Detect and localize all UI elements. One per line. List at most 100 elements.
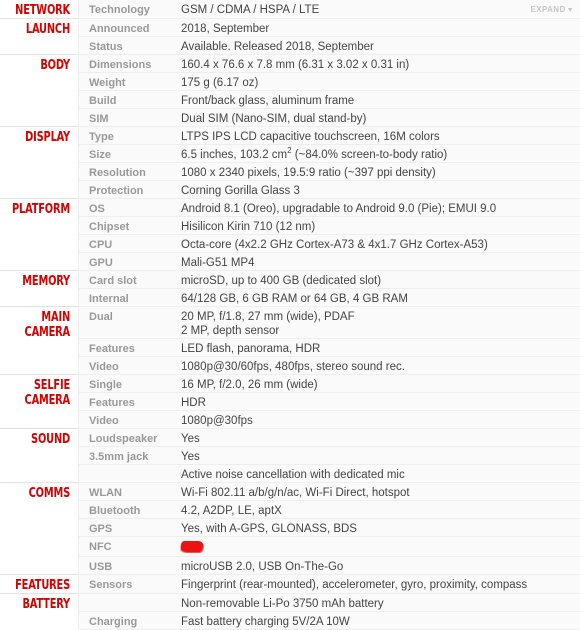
spec-value bbox=[171, 536, 580, 557]
category-label-main-camera: MAIN CAMERA bbox=[0, 306, 79, 375]
spec-value: Fast battery charging 5V/2A 10W bbox=[171, 611, 580, 630]
spec-value-line: microUSB 2.0, USB On-The-Go bbox=[181, 561, 344, 573]
spec-name: Announced bbox=[78, 18, 171, 37]
table-row: GPS Yes, with A-GPS, GLONASS, BDS bbox=[0, 518, 580, 537]
table-row: PLATFORM OS Android 8.1 (Oreo), upgradable… bbox=[0, 198, 580, 271]
table-row: Build Front/back glass, aluminum frame bbox=[0, 90, 580, 109]
spec-value-line: Active noise cancellation with dedicated… bbox=[181, 469, 405, 481]
spec-value-line: 4.2, A2DP, LE, aptX bbox=[181, 505, 282, 517]
category-label-line: PLATFORM bbox=[12, 202, 70, 217]
spec-name: Protection bbox=[78, 180, 171, 199]
spec-value-line: Yes bbox=[181, 451, 200, 463]
spec-value: microSD, up to 400 GB (dedicated slot) bbox=[171, 270, 580, 289]
spec-value-line: 1080p@30fps bbox=[181, 415, 253, 427]
spec-name: NFC bbox=[78, 536, 171, 557]
table-row: NFC bbox=[0, 536, 580, 557]
expand-button-label: EXPAND bbox=[530, 5, 566, 14]
table-row: Weight 175 g (6.17 oz) bbox=[0, 72, 580, 91]
spec-value-line: Wi-Fi 802.11 a/b/g/n/ac, Wi-Fi Direct, h… bbox=[181, 487, 410, 499]
spec-value: Active noise cancellation with dedicated… bbox=[171, 464, 580, 483]
spec-value: 64/128 GB, 6 GB RAM or 64 GB, 4 GB RAM bbox=[171, 288, 580, 307]
category-label-selfie-camera: SELFIE CAMERA bbox=[0, 374, 79, 429]
table-row: Features HDR bbox=[0, 392, 580, 411]
spec-value-line: Mali-G51 MP4 bbox=[181, 257, 255, 269]
spec-value-line: 2018, September bbox=[181, 23, 270, 35]
spec-name: Loudspeaker bbox=[78, 428, 171, 447]
spec-name: Charging bbox=[78, 611, 171, 630]
expand-button[interactable]: EXPAND▼ bbox=[531, 3, 575, 18]
spec-name: Build bbox=[78, 90, 171, 109]
spec-value: 4.2, A2DP, LE, aptX bbox=[171, 500, 580, 519]
spec-value-line: Fast battery charging 5V/2A 10W bbox=[181, 616, 350, 628]
table-row: MEMORY Card slot microSD, up to 400 GB (de… bbox=[0, 270, 580, 307]
table-row: MAIN CAMERA Dual 20 MP, f/1.8, 27 mm (wide)… bbox=[0, 306, 580, 375]
category-label-line: BODY bbox=[40, 58, 70, 73]
spec-name bbox=[78, 464, 171, 483]
spec-name: Card slot bbox=[78, 270, 171, 289]
spec-value-line: microSD, up to 400 GB (dedicated slot) bbox=[181, 275, 382, 287]
spec-table-body: NETWORK Technology GSM / CDMA / HSPA / LTE… bbox=[0, 0, 580, 630]
spec-name: Dimensions bbox=[78, 54, 171, 73]
spec-name: CPU bbox=[78, 234, 171, 253]
spec-value-line: Hisilicon Kirin 710 (12 nm) bbox=[181, 221, 316, 233]
spec-value: 6.5 inches, 103.2 cm2 (~84.0% screen-to-… bbox=[171, 144, 580, 163]
spec-name: SIM bbox=[78, 108, 171, 127]
category-label-battery: BATTERY bbox=[0, 593, 79, 630]
category-label-line: SELFIE bbox=[33, 378, 70, 393]
spec-value: Available. Released 2018, September bbox=[171, 36, 580, 55]
spec-value-line: Dual SIM (Nano-SIM, dual stand-by) bbox=[181, 113, 367, 125]
spec-value-line: 16 MP, f/2.0, 26 mm (wide) bbox=[181, 379, 318, 391]
spec-value: Octa-core (4x2.2 GHz Cortex-A73 & 4x1.7 … bbox=[171, 234, 580, 253]
spec-value: Wi-Fi 802.11 a/b/g/n/ac, Wi-Fi Direct, h… bbox=[171, 482, 580, 501]
category-label-line: MAIN bbox=[41, 310, 70, 325]
spec-value: LTPS IPS LCD capacitive touchscreen, 16M… bbox=[171, 126, 580, 145]
table-row: Bluetooth 4.2, A2DP, LE, aptX bbox=[0, 500, 580, 519]
spec-value: Yes bbox=[171, 446, 580, 465]
category-label-comms: COMMS bbox=[0, 482, 79, 575]
spec-value-line: Available. Released 2018, September bbox=[181, 41, 374, 53]
table-row: Protection Corning Gorilla Glass 3 bbox=[0, 180, 580, 199]
category-label-line: CAMERA bbox=[24, 393, 71, 408]
table-row: Size 6.5 inches, 103.2 cm2 (~84.0% screen… bbox=[0, 144, 580, 163]
category-label-body: BODY bbox=[0, 54, 79, 127]
chevron-down-icon: ▼ bbox=[566, 7, 574, 14]
category-label-launch: LAUNCH bbox=[0, 18, 79, 55]
spec-value-line: LTPS IPS LCD capacitive touchscreen, 16M… bbox=[181, 131, 440, 143]
table-row: NETWORK Technology GSM / CDMA / HSPA / LTE… bbox=[0, 0, 580, 19]
table-row: Resolution 1080 x 2340 pixels, 19.5:9 rat… bbox=[0, 162, 580, 181]
spec-value: 2018, September bbox=[171, 18, 580, 37]
spec-value-line: 20 MP, f/1.8, 27 mm (wide), PDAF bbox=[181, 311, 355, 323]
spec-value: GSM / CDMA / HSPA / LTE EXPAND▼ bbox=[171, 0, 580, 19]
spec-name: USB bbox=[78, 556, 171, 575]
table-row: Chipset Hisilicon Kirin 710 (12 nm) bbox=[0, 216, 580, 235]
phone-specifications-table: NETWORK Technology GSM / CDMA / HSPA / LTE… bbox=[0, 0, 580, 630]
spec-name: Video bbox=[78, 410, 171, 429]
table-row: COMMS WLAN Wi-Fi 802.11 a/b/g/n/ac, Wi-Fi … bbox=[0, 482, 580, 575]
spec-name: Single bbox=[78, 374, 171, 393]
category-label-line: CAMERA bbox=[24, 325, 71, 340]
table-row: 3.5mm jack Yes bbox=[0, 446, 580, 465]
category-label-memory: MEMORY bbox=[0, 270, 79, 307]
category-label-features: FEATURES bbox=[0, 574, 79, 594]
spec-value-line: GSM / CDMA / HSPA / LTE bbox=[181, 4, 320, 16]
category-label-line: COMMS bbox=[28, 486, 71, 501]
spec-value-line: Yes, with A-GPS, GLONASS, BDS bbox=[181, 523, 357, 535]
spec-value: 175 g (6.17 oz) bbox=[171, 72, 580, 91]
spec-value: 1080p@30/60fps, 480fps, stereo sound rec… bbox=[171, 356, 580, 375]
category-label-sound: SOUND bbox=[0, 428, 79, 483]
spec-value: Yes bbox=[171, 428, 580, 447]
spec-name: Internal bbox=[78, 288, 171, 307]
spec-value-line: 2 MP, depth sensor bbox=[181, 325, 280, 337]
spec-value: Hisilicon Kirin 710 (12 nm) bbox=[171, 216, 580, 235]
category-label-line: MEMORY bbox=[22, 274, 70, 289]
category-label-platform: PLATFORM bbox=[0, 198, 79, 271]
spec-value: 1080p@30fps bbox=[171, 410, 580, 429]
spec-value-line: 160.4 x 76.6 x 7.8 mm (6.31 x 3.02 x 0.3… bbox=[181, 59, 410, 71]
spec-name: Resolution bbox=[78, 162, 171, 181]
category-label-line: FEATURES bbox=[15, 578, 71, 593]
spec-name: Technology bbox=[78, 0, 171, 19]
table-row: USB microUSB 2.0, USB On-The-Go bbox=[0, 556, 580, 575]
category-label-line: SOUND bbox=[31, 432, 71, 447]
table-row: Video 1080p@30fps bbox=[0, 410, 580, 429]
spec-value-line: Yes bbox=[181, 433, 200, 445]
